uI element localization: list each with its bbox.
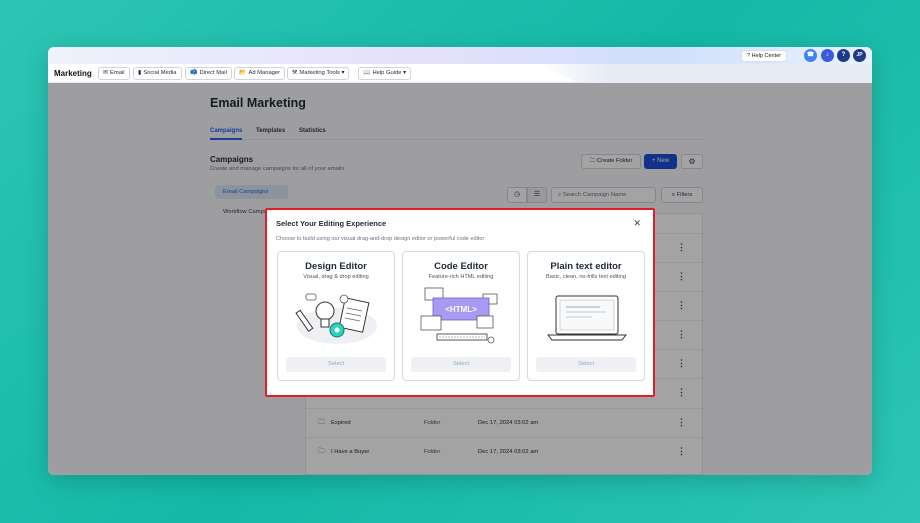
code-illustration-icon: <HTML> [420,287,498,344]
html-art-label: <HTML> [445,305,477,314]
nav-email-label: Email [110,70,125,76]
card-subtitle: Basic, clean, no-frills text editing [546,274,626,280]
folder-icon: 📂 [239,70,247,76]
card-title: Plain text editor [550,261,622,272]
phone-device-icon: ▮ [138,70,142,76]
nav-marketing-tools-label: Marketing Tools ▾ [299,70,345,76]
book-icon: 📖 [363,70,371,76]
envelope-icon: ✉ [103,70,109,76]
code-editor-card[interactable]: Code Editor Feature-rich HTML editing <H… [402,251,520,381]
user-avatar[interactable]: JP [853,49,866,62]
nav-direct-mail-label: Direct Mail [199,70,227,76]
card-title: Design Editor [305,261,367,272]
help-question-icon[interactable]: ? [837,49,850,62]
plain-text-editor-card[interactable]: Plain text editor Basic, clean, no-frill… [527,251,645,381]
nav-bar-shade [538,64,872,83]
phone-icon[interactable]: ☎ [804,49,817,62]
nav-email[interactable]: ✉ Email [98,67,130,80]
card-subtitle: Feature-rich HTML editing [428,274,494,280]
design-editor-card[interactable]: Design Editor Visual, drag & drop editin… [277,251,395,381]
select-design-editor-button[interactable]: Select [286,357,386,372]
nav-help-guide[interactable]: 📖 Help Guide ▾ [358,67,412,80]
laptop-illustration-icon [546,295,628,341]
nav-marketing-tools[interactable]: ⚒ Marketing Tools ▾ [287,67,350,80]
top-bar: ? Help Center ☎ ♪ ? JP [48,47,872,64]
select-plain-text-editor-button[interactable]: Select [536,357,636,372]
help-center-button[interactable]: ? Help Center [741,50,787,62]
nav-help-guide-label: Help Guide ▾ [372,70,407,76]
card-title: Code Editor [434,261,488,272]
notification-bell-icon[interactable]: ♪ [821,49,834,62]
modal-title: Select Your Editing Experience [276,219,387,228]
select-code-editor-button[interactable]: Select [411,357,511,372]
card-subtitle: Visual, drag & drop editing [303,274,369,280]
mailbox-icon: 📫 [190,70,198,76]
close-icon[interactable]: ✕ [633,218,641,229]
nav-ad-manager-label: Ad Manager [248,70,281,76]
modal-subtitle: Choose to build using our visual drag-an… [276,236,485,242]
nav-ad-manager[interactable]: 📂 Ad Manager [234,67,286,80]
nav-direct-mail[interactable]: 📫 Direct Mail [185,67,232,80]
design-illustration-icon [295,293,377,344]
tools-icon: ⚒ [292,70,298,76]
app-title: Marketing [54,69,92,78]
nav-social-label: Social Media [143,70,177,76]
editor-selection-modal: Select Your Editing Experience ✕ Choose … [265,208,655,397]
nav-social-media[interactable]: ▮ Social Media [133,67,182,80]
